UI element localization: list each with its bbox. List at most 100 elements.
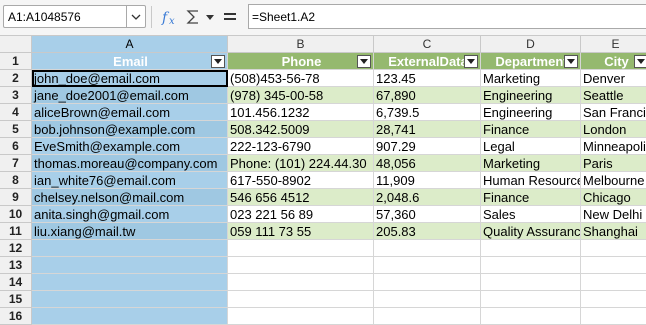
sum-icon[interactable] — [184, 6, 202, 28]
table-cell[interactable]: Human Resources — [481, 172, 581, 189]
header-cell[interactable]: Phone — [228, 53, 374, 70]
table-cell[interactable]: 617-550-8902 — [228, 172, 374, 189]
table-cell[interactable]: john_doe@email.com — [32, 70, 228, 87]
header-cell[interactable]: City — [581, 53, 646, 70]
table-cell[interactable]: 101.456.1232 — [228, 104, 374, 121]
table-cell[interactable]: (978) 345-00-58 — [228, 87, 374, 104]
row-header[interactable]: 10 — [0, 206, 32, 223]
table-cell[interactable] — [374, 240, 481, 257]
table-cell[interactable]: 123.45 — [374, 70, 481, 87]
table-cell[interactable]: Phone: (101) 224.44.30 — [228, 155, 374, 172]
table-cell[interactable] — [374, 291, 481, 308]
table-cell[interactable] — [228, 291, 374, 308]
table-cell[interactable]: Engineering — [481, 104, 581, 121]
table-cell[interactable] — [32, 274, 228, 291]
name-box-value[interactable]: A1:A1048576 — [8, 10, 81, 24]
row-header[interactable]: 6 — [0, 138, 32, 155]
column-header-e[interactable]: E — [581, 36, 646, 53]
table-cell[interactable]: EveSmith@example.com — [32, 138, 228, 155]
table-cell[interactable]: 48,056 — [374, 155, 481, 172]
table-cell[interactable]: Sales — [481, 206, 581, 223]
row-header[interactable]: 11 — [0, 223, 32, 240]
autofilter-dropdown-icon[interactable] — [564, 55, 578, 68]
table-cell[interactable]: Paris — [581, 155, 646, 172]
table-cell[interactable]: Shanghai — [581, 223, 646, 240]
table-cell[interactable] — [32, 308, 228, 325]
row-header[interactable]: 8 — [0, 172, 32, 189]
sum-dropdown-icon[interactable] — [204, 6, 216, 28]
chevron-down-icon[interactable] — [126, 6, 145, 27]
table-cell[interactable] — [481, 240, 581, 257]
table-cell[interactable] — [481, 274, 581, 291]
row-header[interactable]: 1 — [0, 53, 32, 70]
table-cell[interactable] — [32, 240, 228, 257]
table-cell[interactable] — [228, 257, 374, 274]
table-cell[interactable] — [581, 257, 646, 274]
table-cell[interactable] — [581, 291, 646, 308]
table-cell[interactable]: Quality Assurance — [481, 223, 581, 240]
equals-icon[interactable] — [221, 6, 239, 28]
column-header-d[interactable]: D — [481, 36, 581, 53]
table-cell[interactable]: Minneapolis — [581, 138, 646, 155]
row-header[interactable]: 14 — [0, 274, 32, 291]
table-cell[interactable]: (508)453-56-78 — [228, 70, 374, 87]
table-cell[interactable]: 508.342.5009 — [228, 121, 374, 138]
table-cell[interactable]: Seattle — [581, 87, 646, 104]
column-header-a[interactable]: A — [32, 36, 228, 53]
table-cell[interactable]: ian_white76@email.com — [32, 172, 228, 189]
table-cell[interactable]: Finance — [481, 121, 581, 138]
formula-text[interactable]: =Sheet1.A2 — [252, 10, 315, 24]
row-header[interactable]: 7 — [0, 155, 32, 172]
table-cell[interactable]: chelsey.nelson@mail.com — [32, 189, 228, 206]
table-cell[interactable]: jane_doe2001@email.com — [32, 87, 228, 104]
formula-input[interactable]: =Sheet1.A2 — [248, 4, 646, 29]
table-cell[interactable]: Chicago — [581, 189, 646, 206]
table-cell[interactable] — [32, 257, 228, 274]
autofilter-dropdown-icon[interactable] — [464, 55, 478, 68]
table-cell[interactable]: Legal — [481, 138, 581, 155]
row-header[interactable]: 4 — [0, 104, 32, 121]
table-cell[interactable]: 023 221 56 89 — [228, 206, 374, 223]
table-cell[interactable]: liu.xiang@mail.tw — [32, 223, 228, 240]
column-header-b[interactable]: B — [228, 36, 374, 53]
table-cell[interactable]: aliceBrown@email.com — [32, 104, 228, 121]
header-cell[interactable]: Email — [32, 53, 228, 70]
select-all-corner[interactable] — [0, 36, 32, 53]
table-cell[interactable]: Engineering — [481, 87, 581, 104]
table-cell[interactable]: 2,048.6 — [374, 189, 481, 206]
table-cell[interactable]: Marketing — [481, 155, 581, 172]
table-cell[interactable]: Marketing — [481, 70, 581, 87]
table-cell[interactable]: 205.83 — [374, 223, 481, 240]
table-cell[interactable] — [228, 240, 374, 257]
table-cell[interactable]: 11,909 — [374, 172, 481, 189]
table-cell[interactable]: 28,741 — [374, 121, 481, 138]
table-cell[interactable] — [481, 308, 581, 325]
table-cell[interactable]: thomas.moreau@company.com — [32, 155, 228, 172]
name-box[interactable]: A1:A1048576 — [3, 5, 146, 28]
autofilter-dropdown-icon[interactable] — [634, 55, 646, 68]
row-header[interactable]: 12 — [0, 240, 32, 257]
table-cell[interactable] — [228, 274, 374, 291]
row-header[interactable]: 15 — [0, 291, 32, 308]
table-cell[interactable]: 222-123-6790 — [228, 138, 374, 155]
header-cell[interactable]: ExternalData — [374, 53, 481, 70]
row-header[interactable]: 9 — [0, 189, 32, 206]
table-cell[interactable] — [32, 291, 228, 308]
table-cell[interactable] — [581, 240, 646, 257]
table-cell[interactable]: bob.johnson@example.com — [32, 121, 228, 138]
table-cell[interactable] — [374, 308, 481, 325]
table-cell[interactable]: 546 656 4512 — [228, 189, 374, 206]
table-cell[interactable] — [374, 257, 481, 274]
table-cell[interactable] — [228, 308, 374, 325]
autofilter-dropdown-icon[interactable] — [211, 55, 225, 68]
table-cell[interactable] — [374, 274, 481, 291]
table-cell[interactable]: 907.29 — [374, 138, 481, 155]
table-cell[interactable] — [481, 257, 581, 274]
table-cell[interactable]: San Francisco — [581, 104, 646, 121]
row-header[interactable]: 16 — [0, 308, 32, 325]
function-wizard-icon[interactable]: fx — [160, 6, 180, 28]
table-cell[interactable]: 6,739.5 — [374, 104, 481, 121]
row-header[interactable]: 3 — [0, 87, 32, 104]
table-cell[interactable] — [581, 308, 646, 325]
table-cell[interactable]: London — [581, 121, 646, 138]
